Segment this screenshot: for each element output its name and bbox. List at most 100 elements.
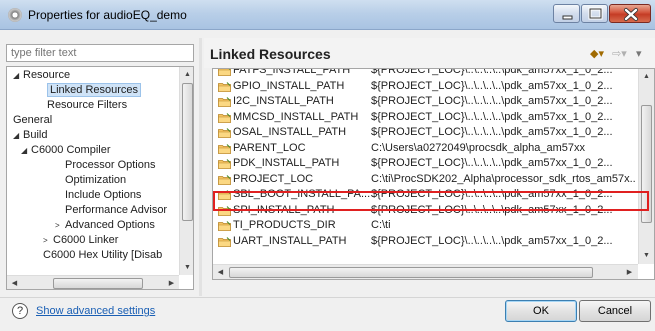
table-row[interactable]: PDK_INSTALL_PATH ${PROJECT_LOC}\..\..\..\… bbox=[213, 156, 638, 171]
resource-location: ${PROJECT_LOC}\..\..\..\..\pdk_am57xx_1_… bbox=[371, 203, 613, 216]
tree-item[interactable]: Resource Filters bbox=[47, 98, 127, 113]
footer-divider bbox=[0, 297, 655, 298]
table-row[interactable]: SBL_BOOT_INSTALL_PA... ${PROJECT_LOC}\..\… bbox=[213, 187, 638, 202]
scroll-right-icon[interactable]: ▶ bbox=[164, 276, 179, 289]
table-row[interactable]: GPIO_INSTALL_PATH ${PROJECT_LOC}\..\..\..… bbox=[213, 79, 638, 94]
title-bar[interactable]: Properties for audioEQ_demo bbox=[0, 0, 655, 30]
table-row[interactable]: OSAL_INSTALL_PATH ${PROJECT_LOC}\..\..\..… bbox=[213, 125, 638, 140]
table-row[interactable]: TI_PRODUCTS_DIR C:\ti bbox=[213, 218, 638, 233]
table-row[interactable]: SPI_INSTALL_PATH ${PROJECT_LOC}\..\..\..\… bbox=[213, 203, 638, 218]
folder-icon bbox=[218, 143, 231, 154]
table-row[interactable]: I2C_INSTALL_PATH ${PROJECT_LOC}\..\..\..\… bbox=[213, 94, 638, 109]
table-row[interactable]: PROJECT_LOC C:\ti\ProcSDK202_Alpha\proces… bbox=[213, 172, 638, 187]
tree-hscroll-thumb[interactable] bbox=[53, 278, 143, 289]
folder-icon bbox=[218, 236, 231, 247]
table-row[interactable]: PARENT_LOC C:\Users\a0272049\procsdk_alph… bbox=[213, 141, 638, 156]
resource-name: PARENT_LOC bbox=[233, 141, 306, 154]
resource-location: C:\ti\ProcSDK202_Alpha\processor_sdk_rto… bbox=[371, 172, 636, 185]
folder-icon bbox=[218, 190, 231, 200]
table-horizontal-scrollbar[interactable]: ◀ ▶ bbox=[213, 264, 638, 279]
scroll-up-icon[interactable]: ▲ bbox=[639, 69, 654, 84]
resource-location: ${PROJECT_LOC}\..\..\..\..\pdk_am57xx_1_… bbox=[371, 95, 613, 107]
tree-item[interactable]: ◢ Build bbox=[13, 128, 47, 143]
resource-location: ${PROJECT_LOC}\..\..\..\..\pdk_am57xx_1_… bbox=[371, 188, 613, 200]
filter-input[interactable] bbox=[6, 44, 194, 62]
collapse-arrow-icon[interactable]: ◢ bbox=[13, 128, 23, 143]
tree-item[interactable]: Performance Advisor bbox=[65, 203, 167, 218]
collapse-arrow-icon[interactable]: ◢ bbox=[21, 143, 31, 158]
scroll-down-icon[interactable]: ▼ bbox=[180, 260, 193, 275]
tree-item[interactable]: Include Options bbox=[65, 188, 141, 203]
table-row[interactable]: MMCSD_INSTALL_PATH ${PROJECT_LOC}\..\..\.… bbox=[213, 110, 638, 125]
folder-icon bbox=[218, 97, 231, 107]
scroll-up-icon[interactable]: ▲ bbox=[180, 67, 193, 82]
scroll-right-icon[interactable]: ▶ bbox=[622, 265, 637, 279]
ok-button[interactable]: OK bbox=[505, 300, 577, 322]
forward-arrow-icon[interactable]: ⇨▾ bbox=[612, 47, 627, 60]
tree-item-label: Build bbox=[23, 129, 48, 141]
tree-item-label: C6000 Linker bbox=[53, 234, 119, 246]
back-arrow-icon[interactable]: ◆▾ bbox=[590, 47, 604, 60]
tree-item-label: C6000 Compiler bbox=[31, 144, 111, 156]
tree-item[interactable]: ◢ C6000 Compiler bbox=[21, 143, 110, 158]
close-button[interactable] bbox=[609, 4, 651, 23]
resource-name: MMCSD_INSTALL_PATH bbox=[233, 110, 359, 123]
scroll-left-icon[interactable]: ◀ bbox=[213, 265, 228, 279]
tree-item[interactable]: Linked Resources bbox=[47, 83, 142, 98]
tree-item-label: Include Options bbox=[65, 189, 142, 201]
table-hscroll-thumb[interactable] bbox=[229, 267, 593, 278]
tree-item[interactable]: > Advanced Options bbox=[55, 218, 155, 233]
table-vertical-scrollbar[interactable]: ▲ ▼ bbox=[638, 69, 654, 264]
window-title: Properties for audioEQ_demo bbox=[28, 8, 187, 22]
folder-icon bbox=[218, 112, 231, 123]
tree-item-label: General bbox=[13, 114, 53, 126]
resource-location: C:\ti bbox=[371, 219, 391, 231]
collapse-arrow-icon[interactable]: ◢ bbox=[13, 68, 23, 83]
close-icon bbox=[624, 8, 638, 21]
tree-item[interactable]: C6000 Hex Utility [Disab bbox=[43, 248, 162, 263]
tree-item[interactable]: General bbox=[13, 113, 52, 128]
resource-name: UART_INSTALL_PATH bbox=[233, 234, 347, 247]
tree-item[interactable]: Processor Options bbox=[65, 158, 155, 173]
resource-name: GPIO_INSTALL_PATH bbox=[233, 79, 345, 92]
folder-icon bbox=[218, 81, 231, 92]
maximize-button[interactable] bbox=[581, 4, 608, 23]
scroll-left-icon[interactable]: ◀ bbox=[7, 276, 22, 289]
tree-item-label: Optimization bbox=[65, 174, 127, 186]
tree-item-label: Processor Options bbox=[65, 159, 156, 171]
resource-name: TI_PRODUCTS_DIR bbox=[233, 219, 336, 231]
help-icon[interactable]: ? bbox=[12, 303, 28, 319]
resource-location: ${PROJECT_LOC}\..\..\..\..\pdk_am57xx_1_… bbox=[371, 110, 613, 123]
resource-name: FATFS_INSTALL_PATH bbox=[233, 68, 351, 76]
folder-icon bbox=[218, 69, 231, 76]
category-tree[interactable]: ◢ Resource Linked Resources Resource Filter… bbox=[6, 66, 194, 290]
expand-arrow-icon[interactable]: > bbox=[55, 218, 65, 233]
minimize-icon bbox=[562, 15, 573, 20]
resource-name: OSAL_INSTALL_PATH bbox=[233, 126, 347, 138]
show-advanced-settings-link[interactable]: Show advanced settings bbox=[36, 305, 155, 317]
resource-name: PROJECT_LOC bbox=[233, 172, 314, 185]
table-row[interactable]: UART_INSTALL_PATH ${PROJECT_LOC}\..\..\..… bbox=[213, 234, 638, 249]
tree-item-label: C6000 Hex Utility [Disab bbox=[43, 249, 163, 261]
tree-scroll-thumb[interactable] bbox=[182, 83, 193, 221]
tree-vertical-scrollbar[interactable]: ▲ ▼ bbox=[179, 67, 193, 275]
tree-item[interactable]: ◢ Resource bbox=[13, 68, 70, 83]
folder-icon bbox=[218, 221, 231, 231]
table-scroll-thumb[interactable] bbox=[641, 105, 652, 223]
tree-item-label: Linked Resources bbox=[47, 83, 142, 97]
minimize-button[interactable] bbox=[553, 4, 580, 23]
table-row[interactable]: FATFS_INSTALL_PATH ${PROJECT_LOC}\..\..\.… bbox=[213, 68, 638, 78]
maximize-icon bbox=[588, 7, 603, 20]
tree-item[interactable]: Optimization bbox=[65, 173, 126, 188]
page-title: Linked Resources bbox=[210, 46, 331, 62]
view-menu-icon[interactable]: ▾ bbox=[636, 47, 642, 60]
pane-splitter[interactable] bbox=[199, 38, 202, 296]
tree-item[interactable]: > C6000 Linker bbox=[43, 233, 118, 248]
expand-arrow-icon[interactable]: > bbox=[43, 233, 53, 248]
resource-location: ${PROJECT_LOC}\..\..\..\..\pdk_am57xx_1_… bbox=[371, 79, 613, 92]
cancel-button[interactable]: Cancel bbox=[579, 300, 651, 322]
resource-location: ${PROJECT_LOC}\..\..\..\..\pdk_am57xx_1_… bbox=[371, 68, 613, 76]
linked-resources-table[interactable]: FATFS_INSTALL_PATH ${PROJECT_LOC}\..\..\.… bbox=[212, 68, 655, 280]
scroll-down-icon[interactable]: ▼ bbox=[639, 248, 654, 263]
tree-horizontal-scrollbar[interactable]: ◀ ▶ bbox=[7, 275, 179, 289]
